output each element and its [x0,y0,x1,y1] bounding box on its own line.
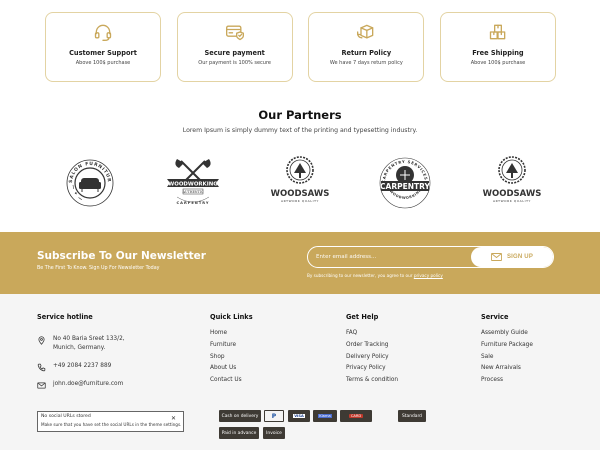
partners-subtitle: Lorem Ipsum is simply dummy text of the … [182,127,418,134]
sign-up-button[interactable]: SIGN UP [471,247,553,267]
carpentry-logo[interactable]: CARPENTRY SERVICES CARPENTRY WOODWORKING [375,153,435,213]
logo-sub-text: ARTWORK QUALITY [281,199,319,203]
payment-cards-icon: VISA [288,410,310,422]
footer: Service hotline No 40 Baria Sreet 133/2,… [0,294,600,450]
newsletter-subtitle: Be The First To Know. Sign Up For Newsle… [37,266,160,271]
footer-link-terms[interactable]: Terms & condition [346,375,398,387]
newsletter-note-text: By subscribing to our newsletter, you ag… [307,273,413,278]
features-row: Customer Support Above 100$ purchase Sec… [45,12,556,82]
feature-subtitle: Above 100$ purchase [470,60,526,66]
credit-card-icon [225,25,244,41]
creditcard-label: CARD [348,414,364,418]
feature-customer-support: Customer Support Above 100$ purchase [45,12,161,82]
payment-cash-on-delivery: Cash on delivery [219,410,261,422]
close-icon[interactable]: ✕ [171,415,176,422]
partner-logos: SALON FURNITURE — ✦ — WOODWORKING AUTHEN… [60,153,550,213]
phone-row: +49 2084 2237 889 [37,362,111,372]
newsletter-section: Subscribe To Our Newsletter Be The First… [0,232,600,294]
footer-link-order-tracking[interactable]: Order Tracking [346,340,398,352]
footer-link-sale[interactable]: Sale [481,352,533,364]
footer-link-process[interactable]: Process [481,375,533,387]
woodsaws-logo-2[interactable]: WOODSAWS ARTWORK QUALITY [482,153,542,213]
footer-link-shop[interactable]: Shop [210,352,242,364]
social-urls-notice: No social URLs stored Make sure that you… [37,411,184,432]
mail-icon [37,382,46,389]
logo-main-text: WOODWORKING [168,181,218,187]
address-line-2: Munich, Germany. [53,344,106,351]
sign-up-label: SIGN UP [506,254,534,260]
email-link[interactable]: john.doe@furniture.com [53,380,123,389]
footer-link-assembly-guide[interactable]: Assembly Guide [481,328,533,340]
newsletter-email-input[interactable] [316,247,466,267]
get-help-heading: Get Help [346,313,379,321]
logo-sub-text: CARPENTRY [177,201,210,205]
feature-return-policy: Return Policy We have 7 days return poli… [308,12,425,82]
payment-standard: Standard [398,410,426,422]
feature-subtitle: Above 100$ purchase [75,60,131,66]
feature-free-shipping: Free Shipping Above 100$ purchase [439,12,556,82]
svg-text:AUTHENTIC: AUTHENTIC [182,190,204,194]
woodsaws-logo[interactable]: WOODSAWS ARTWORK QUALITY [270,153,330,213]
payment-invoice: Invoice [263,427,285,439]
service-list: Assembly Guide Furniture Package Sale Ne… [481,328,533,387]
privacy-policy-link[interactable]: privacy policy [414,273,443,278]
footer-link-faq[interactable]: FAQ [346,328,398,340]
payment-paypal-icon: P [264,410,284,422]
headset-icon [94,24,112,41]
footer-link-contact-us[interactable]: Contact Us [210,375,242,387]
feature-subtitle: We have 7 days return policy [329,60,403,66]
social-notice-title: No social URLs stored [41,414,91,419]
service-hotline-heading: Service hotline [37,313,93,321]
feature-title: Customer Support [69,49,137,57]
logo-sub-text: ARTWORK QUALITY [493,199,531,203]
salon-furniture-logo[interactable]: SALON FURNITURE — ✦ — [60,153,120,213]
footer-link-home[interactable]: Home [210,328,242,340]
partners-title: Our Partners [258,108,342,122]
cards-label: VISA [293,414,305,418]
service-heading: Service [481,313,509,321]
feature-subtitle: Our payment is 100% secure [198,60,271,66]
phone-icon [37,363,46,372]
newsletter-title: Subscribe To Our Newsletter [37,250,206,262]
footer-link-furniture[interactable]: Furniture [210,340,242,352]
return-box-icon [357,24,374,39]
feature-title: Free Shipping [472,49,524,57]
payment-paid-in-advance: Paid in advance [219,427,259,439]
logo-main-text: CARPENTRY [380,182,430,191]
address-line-1: No 40 Baria Sreet 133/2, [53,336,125,342]
logo-main-text: WOODSAWS [483,189,542,199]
address-text: No 40 Baria Sreet 133/2, Munich, Germany… [53,335,125,352]
newsletter-note: By subscribing to our newsletter, you ag… [307,273,443,278]
payment-klarna-icon: Klarna [313,410,337,422]
footer-link-privacy-policy[interactable]: Privacy Policy [346,363,398,375]
get-help-list: FAQ Order Tracking Delivery Policy Priva… [346,328,398,387]
footer-link-new-arrivals[interactable]: New Arraivals [481,363,533,375]
email-row: john.doe@furniture.com [37,380,123,390]
envelope-icon [491,253,502,261]
feature-secure-payment: Secure payment Our payment is 100% secur… [176,12,293,82]
footer-link-about-us[interactable]: About Us [210,363,242,375]
quick-links-list: Home Furniture Shop About Us Contact Us [210,328,242,387]
feature-title: Return Policy [341,49,392,57]
shipping-boxes-icon [489,24,506,40]
klarna-label: Klarna [318,414,332,418]
logo-main-text: WOODSAWS [271,189,330,199]
location-pin-icon [38,336,45,345]
quick-links-heading: Quick Links [210,313,253,321]
woodworking-logo[interactable]: WOODWORKING AUTHENTIC CARPENTRY [163,153,223,213]
address-row: No 40 Baria Sreet 133/2, Munich, Germany… [37,335,125,352]
paypal-letter: P [271,412,277,420]
footer-link-delivery-policy[interactable]: Delivery Policy [346,352,398,364]
feature-title: Secure payment [204,49,265,57]
social-notice-subtitle: Make sure that you have set the social U… [41,422,182,427]
payment-creditcard-icon: CARD [340,410,372,422]
footer-link-furniture-package[interactable]: Furniture Package [481,340,533,352]
phone-link[interactable]: +49 2084 2237 889 [53,362,111,371]
newsletter-form: SIGN UP [307,246,554,268]
